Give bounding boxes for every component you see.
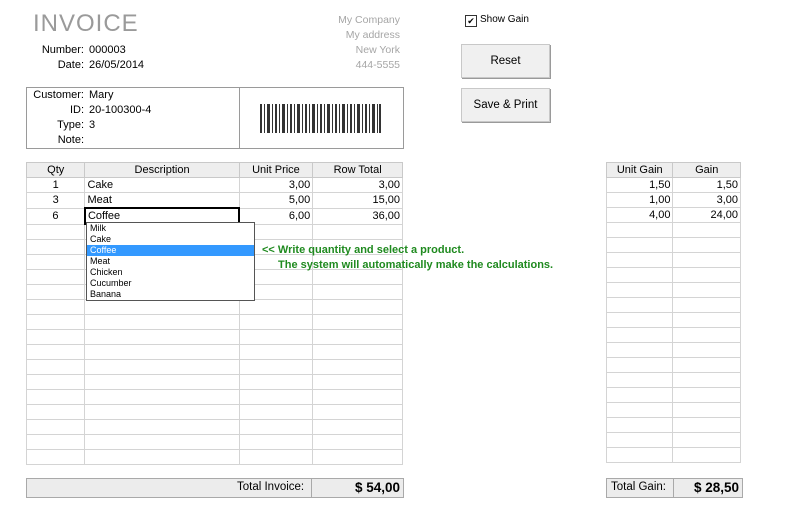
- company-phone: 444-5555: [355, 59, 400, 71]
- header-unit-price: Unit Price: [238, 162, 314, 178]
- table-row: 4,00 24,00: [605, 207, 741, 223]
- barcode-icon: [260, 104, 381, 133]
- table-row: 3 Meat 5,00 15,00: [25, 192, 403, 209]
- header-row-total: Row Total: [312, 162, 403, 178]
- gain-cell: 24,00: [672, 207, 741, 223]
- gain-empty-rows: [605, 222, 741, 463]
- items-header-row: Qty Description Unit Price Row Total: [25, 162, 403, 178]
- show-gain-checkbox[interactable]: ✔: [465, 15, 477, 27]
- row-total-cell: 36,00: [312, 207, 403, 225]
- invoice-date: 26/05/2014: [89, 59, 145, 71]
- row-total-cell: 15,00: [312, 192, 403, 209]
- product-dropdown-list[interactable]: Milk Cake Coffee Meat Chicken Cucumber B…: [86, 222, 255, 301]
- gain-cell: 1,50: [672, 177, 741, 193]
- unit-gain-cell: 4,00: [605, 207, 674, 223]
- dropdown-option[interactable]: Banana: [87, 289, 254, 300]
- header-qty: Qty: [25, 162, 86, 178]
- save-print-button[interactable]: Save & Print: [461, 88, 550, 122]
- dropdown-option[interactable]: Milk: [87, 223, 254, 234]
- unit-gain-cell: 1,00: [605, 192, 674, 208]
- reset-button[interactable]: Reset: [461, 44, 550, 78]
- unit-price-cell: 5,00: [238, 192, 314, 209]
- gain-table: Unit Gain Gain 1,50 1,50 1,00 3,00 4,00 …: [605, 162, 741, 463]
- dropdown-option[interactable]: Chicken: [87, 267, 254, 278]
- invoice-number: 000003: [89, 44, 126, 56]
- row-total-cell: 3,00: [312, 177, 403, 193]
- invoice-title: INVOICE: [33, 10, 139, 37]
- total-invoice-value: $ 54,00: [354, 480, 400, 495]
- qty-cell[interactable]: 6: [25, 207, 86, 225]
- company-name: My Company: [338, 14, 400, 26]
- customer-note-label: Note:: [57, 134, 84, 146]
- gain-cell: 3,00: [672, 192, 741, 208]
- table-row: 1,00 3,00: [605, 192, 741, 208]
- table-row: 1 Cake 3,00 3,00: [25, 177, 403, 193]
- company-address: My address: [345, 29, 400, 41]
- date-label: Date:: [57, 59, 84, 71]
- customer-label: Customer:: [33, 89, 84, 101]
- customer-box-divider: [239, 87, 240, 148]
- dropdown-option[interactable]: Cake: [87, 234, 254, 245]
- description-cell[interactable]: Meat: [84, 192, 240, 209]
- show-gain-label: Show Gain: [480, 14, 529, 25]
- unit-price-cell: 3,00: [238, 177, 314, 193]
- total-gain-label: Total Gain:: [611, 481, 666, 493]
- items-table: Qty Description Unit Price Row Total 1 C…: [25, 162, 403, 465]
- unit-gain-cell: 1,50: [605, 177, 674, 193]
- hint-line-1: << Write quantity and select a product.: [262, 244, 465, 256]
- dropdown-option-selected[interactable]: Coffee: [87, 245, 254, 256]
- customer-id-label: ID:: [69, 104, 84, 116]
- customer-type[interactable]: 3: [89, 119, 95, 131]
- header-description: Description: [84, 162, 240, 178]
- dropdown-option[interactable]: Meat: [87, 256, 254, 267]
- qty-cell[interactable]: 1: [25, 177, 86, 193]
- total-gain-value: $ 28,50: [693, 480, 739, 495]
- description-cell[interactable]: Cake: [84, 177, 240, 193]
- header-gain: Gain: [672, 162, 741, 178]
- hint-line-2: The system will automatically make the c…: [278, 259, 554, 271]
- customer-id[interactable]: 20-100300-4: [89, 104, 151, 116]
- dropdown-option[interactable]: Cucumber: [87, 278, 254, 289]
- customer-name[interactable]: Mary: [89, 89, 113, 101]
- header-unit-gain: Unit Gain: [605, 162, 674, 178]
- qty-cell[interactable]: 3: [25, 192, 86, 209]
- total-invoice-label: Total Invoice:: [237, 481, 305, 493]
- gain-header-row: Unit Gain Gain: [605, 162, 741, 178]
- company-city: New York: [355, 44, 400, 56]
- customer-type-label: Type:: [57, 119, 84, 131]
- number-label: Number:: [41, 44, 84, 56]
- table-row: 1,50 1,50: [605, 177, 741, 193]
- description-value: Coffee: [87, 210, 121, 222]
